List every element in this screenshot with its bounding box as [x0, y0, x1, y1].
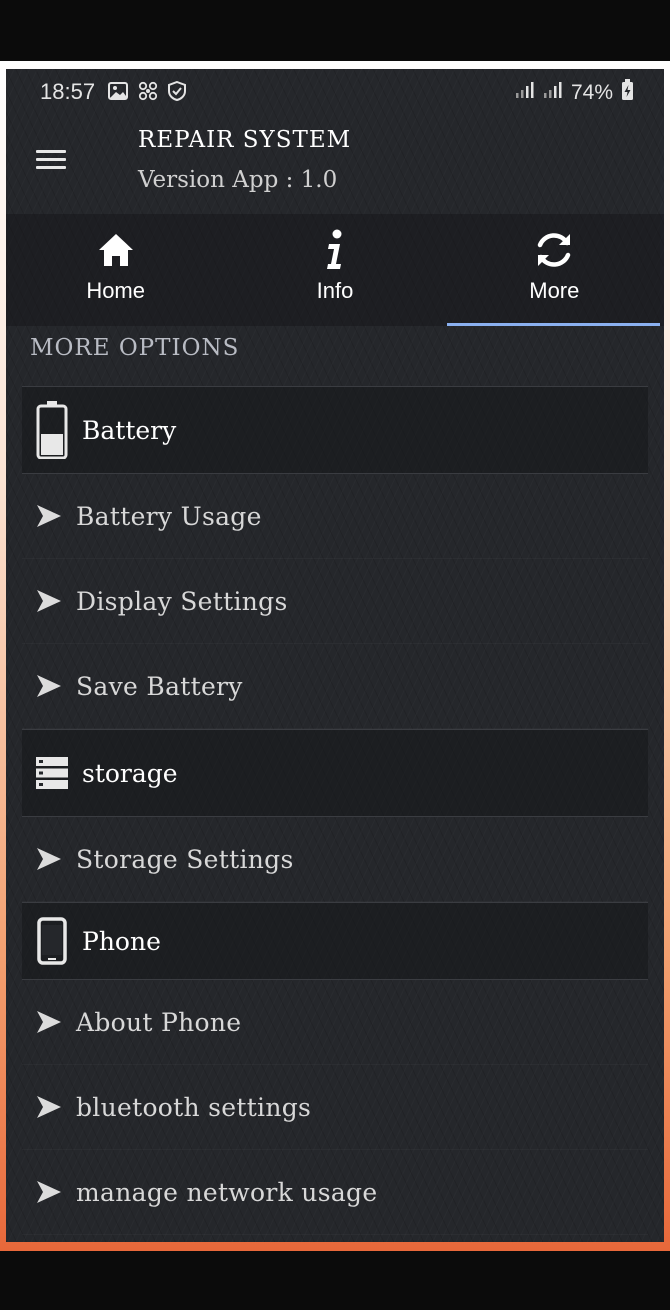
tab-bar: Home Info More — [6, 214, 664, 326]
group-header-storage: storage — [22, 729, 648, 817]
tab-info[interactable]: Info — [225, 214, 444, 326]
option-bluetooth-settings[interactable]: bluetooth settings — [22, 1065, 648, 1150]
refresh-icon — [533, 228, 575, 272]
tab-more-label: More — [529, 278, 580, 303]
arrow-right-icon — [22, 589, 76, 613]
option-label: Storage Settings — [76, 844, 294, 874]
option-label: bluetooth settings — [76, 1092, 312, 1122]
image-icon — [108, 82, 128, 104]
option-about-phone[interactable]: About Phone — [22, 980, 648, 1065]
notification-icons — [108, 80, 186, 105]
arrow-right-icon — [22, 674, 76, 698]
option-label: Battery Usage — [76, 501, 262, 531]
status-time: 18:57 — [40, 79, 96, 104]
hamburger-menu-button[interactable] — [36, 145, 76, 179]
battery-icon — [22, 401, 82, 459]
group-header-battery: Battery — [22, 386, 648, 474]
group-label-battery: Battery — [82, 415, 177, 445]
home-icon — [96, 228, 136, 272]
arrow-right-icon — [22, 1010, 76, 1034]
signal-icon — [543, 81, 563, 105]
arrow-right-icon — [22, 847, 76, 871]
hamburger-icon — [36, 150, 66, 153]
tab-more[interactable]: More — [445, 214, 664, 326]
battery-charging-icon — [621, 79, 634, 107]
group-header-phone: Phone — [22, 902, 648, 980]
group-label-storage: storage — [82, 758, 178, 788]
option-manage-network-usage[interactable]: manage network usage — [22, 1150, 648, 1235]
signal-icon — [515, 81, 535, 105]
option-label: Display Settings — [76, 586, 288, 616]
option-label: About Phone — [76, 1007, 242, 1037]
battery-percent: 74% — [570, 81, 613, 104]
option-label: manage network usage — [76, 1177, 378, 1207]
bottom-letterbox — [0, 1251, 670, 1310]
option-label: Save Battery — [76, 671, 243, 701]
option-battery-usage[interactable]: Battery Usage — [22, 474, 648, 559]
app-version: Version App : 1.0 — [138, 167, 338, 193]
phone-icon — [22, 917, 82, 965]
option-save-battery[interactable]: Save Battery — [22, 644, 648, 729]
fan-icon — [138, 81, 158, 105]
status-bar: 18:57 74% — [6, 69, 664, 117]
option-storage-settings[interactable]: Storage Settings — [22, 817, 648, 902]
info-icon — [323, 228, 347, 272]
section-title: MORE OPTIONS — [30, 335, 240, 361]
arrow-right-icon — [22, 1180, 76, 1204]
app-screen: 18:57 74% REPAIR SYSTEM Version App: 1.… — [6, 69, 664, 1242]
shield-icon — [168, 80, 186, 105]
storage-icon — [22, 756, 82, 790]
tab-info-label: Info — [316, 278, 354, 303]
tab-home-label: Home — [86, 278, 145, 303]
tab-home[interactable]: Home — [6, 214, 225, 326]
arrow-right-icon — [22, 504, 76, 528]
app-title: REPAIR SYSTEM — [138, 127, 352, 153]
group-label-phone: Phone — [82, 926, 161, 956]
status-right: 74% — [515, 79, 634, 107]
arrow-right-icon — [22, 1095, 76, 1119]
active-tab-indicator — [446, 323, 660, 326]
top-letterbox — [0, 0, 670, 61]
option-display-settings[interactable]: Display Settings — [22, 559, 648, 644]
options-list: Battery Battery Usage Display Settings S… — [6, 386, 664, 1235]
